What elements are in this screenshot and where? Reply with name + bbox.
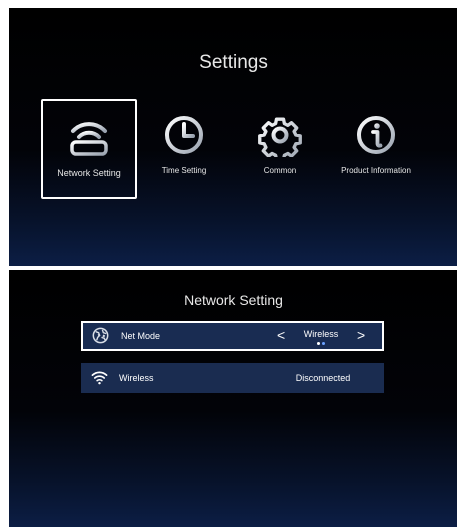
next-option-button[interactable]: > xyxy=(357,323,365,348)
settings-screen: Settings Network Setting Time Setting Co… xyxy=(9,8,457,266)
net-mode-label: Net Mode xyxy=(121,331,161,341)
net-mode-value: Wireless xyxy=(303,329,339,339)
network-setting-screen: Network Setting Net Mode < Wireless > Wi… xyxy=(9,270,457,527)
net-mode-row[interactable]: Net Mode < Wireless > xyxy=(81,321,384,351)
menu-item-common[interactable]: Common xyxy=(232,99,328,199)
router-icon xyxy=(70,122,108,156)
page-title: Settings xyxy=(199,52,268,73)
wifi-icon xyxy=(91,371,108,385)
previous-option-button[interactable]: < xyxy=(277,323,285,348)
page-title: Network Setting xyxy=(184,292,283,308)
gear-icon xyxy=(258,117,302,157)
clock-icon xyxy=(165,116,203,154)
wireless-status: Disconnected xyxy=(295,373,351,383)
menu-item-network-setting[interactable]: Network Setting xyxy=(41,99,137,199)
option-dot xyxy=(322,342,325,345)
wireless-label: Wireless xyxy=(119,373,154,383)
info-icon xyxy=(357,116,395,154)
option-dot xyxy=(317,342,320,345)
menu-item-product-information[interactable]: Product Information xyxy=(328,99,424,199)
menu-item-time-setting[interactable]: Time Setting xyxy=(136,99,232,199)
menu-label: Product Information xyxy=(341,166,411,175)
wireless-row[interactable]: Wireless Disconnected xyxy=(81,363,384,393)
globe-icon xyxy=(92,327,109,344)
